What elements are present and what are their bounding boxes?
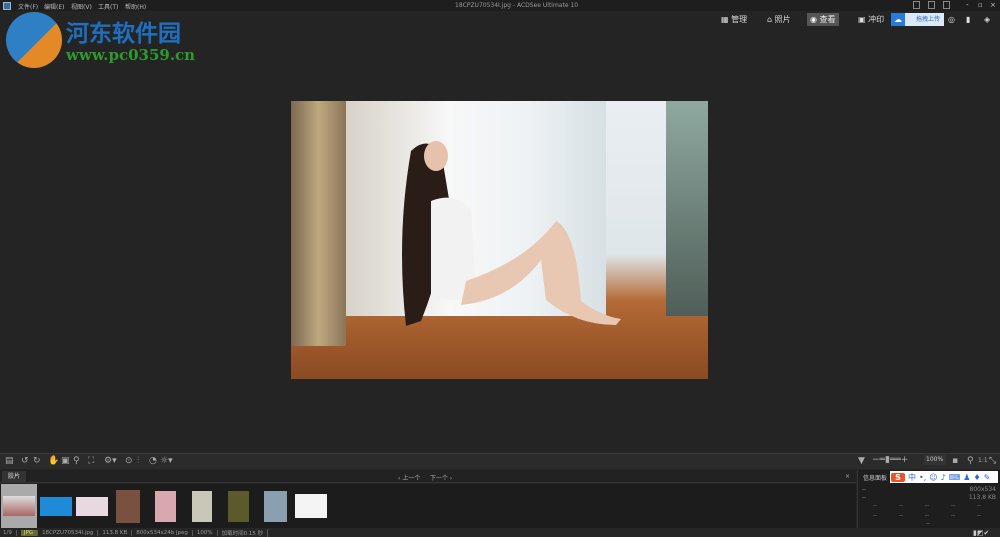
rotate-right-icon[interactable]: ↻ (33, 456, 41, 466)
layout-bottom-icon[interactable] (928, 1, 935, 9)
zoom-slider[interactable]: −═▮══+ (872, 455, 908, 465)
main-image[interactable] (291, 101, 708, 379)
select-tool-icon[interactable]: ▣ (61, 456, 70, 466)
menu-view[interactable]: 视图(V) (71, 2, 92, 11)
close-button[interactable]: × (990, 1, 996, 9)
actual-size[interactable]: 1:1 (978, 457, 988, 464)
status-icons[interactable]: ▮◩✔ (973, 529, 989, 537)
info-grid-row: -- -- -- -- -- (872, 512, 982, 519)
emoji-icon[interactable]: ☺ (929, 473, 937, 482)
fullscreen-icon[interactable]: ⛶ (88, 456, 94, 466)
filmstrip (0, 484, 856, 528)
status-index: 1/9 (3, 529, 17, 536)
thumbnail[interactable] (39, 484, 73, 528)
365-icon[interactable]: ◎ (945, 13, 958, 26)
watermark-url: www.pc0359.cn (66, 46, 196, 64)
minimize-button[interactable]: - (966, 1, 969, 9)
tab-filmstrip[interactable]: 胶片 (2, 471, 27, 483)
image-drape (291, 101, 346, 346)
slideshow-icon[interactable]: ⊙ (125, 456, 133, 466)
save-icon[interactable]: ▤ (5, 456, 14, 466)
mode-manage[interactable]: ▦ 管理 (718, 13, 750, 26)
hand-tool-icon[interactable]: ✋ (48, 456, 59, 466)
app-icon[interactable] (3, 2, 11, 10)
status-zoom: 100% (197, 529, 218, 536)
info-panel-title: 信息面板 (863, 475, 888, 482)
image-subject (402, 141, 621, 326)
status-size: 113.8 KB (102, 529, 133, 536)
next-button[interactable]: 下一个 › (430, 473, 452, 482)
adjust-icon[interactable]: ⫶ (137, 456, 139, 466)
tools-icon[interactable]: ✎ (984, 473, 991, 482)
cloud-icon: ☁ (891, 13, 905, 26)
punct-icon[interactable]: •, (919, 473, 926, 482)
zoom-fit-icon[interactable]: ⚲ (967, 456, 974, 466)
thumbnail[interactable] (153, 484, 177, 528)
watermark-text: 河东软件园 (66, 20, 181, 47)
menu-edit[interactable]: 编辑(E) (44, 2, 64, 11)
info-row: -- 800x534 (862, 486, 996, 493)
menu-help[interactable]: 帮助(H) (125, 2, 146, 11)
mode-view[interactable]: ◉ 查看 (807, 13, 839, 26)
zoom-menu-icon[interactable]: ▪ (952, 456, 958, 466)
window-title: 18CPZU70534I.jpg - ACDSee Ultimate 10 (455, 2, 579, 9)
keyboard-icon[interactable]: ⌨ (949, 473, 961, 482)
develop-icon: ▣ (858, 15, 869, 24)
ime-toolbar[interactable]: S 中 •, ☺ ♪ ⌨ ♟ ♦ ✎ (890, 471, 998, 483)
expand-icon[interactable]: ⤡ (989, 456, 996, 466)
menu-tools[interactable]: 工具(T) (98, 2, 118, 11)
status-bar: 1/9 JPG 18CPZU70534I.jpg 113.8 KB 800x53… (0, 528, 1000, 537)
info-footer: -- (925, 520, 931, 527)
watermark-logo (6, 12, 62, 68)
thumbnail[interactable] (115, 484, 141, 528)
color-icon[interactable]: ◔ (149, 456, 157, 466)
effects-icon[interactable]: ☼▾ (160, 456, 173, 466)
info-grid-row: -- -- -- -- -- (872, 502, 982, 509)
image-window (666, 101, 708, 316)
status-dims: 800x534x24b jpeg (136, 529, 193, 536)
dashboard-icon[interactable]: ▮ (963, 13, 973, 26)
restore-button[interactable]: ▫ (978, 1, 983, 9)
mic-icon[interactable]: ♪ (941, 473, 946, 482)
photos-icon: ⌂ (767, 15, 775, 24)
layout-left-icon[interactable] (913, 1, 920, 9)
thumbnail[interactable] (75, 484, 109, 528)
mode-photos[interactable]: ⌂ 照片 (764, 13, 794, 26)
chinese-mode-icon[interactable]: 中 (908, 472, 916, 483)
thumbnail[interactable] (262, 484, 288, 528)
grid-icon: ▦ (721, 15, 732, 24)
status-load-time: 加载时间0.15 秒 (222, 528, 269, 537)
dropdown-icon[interactable]: ▼ (858, 456, 865, 466)
thumbnail[interactable] (294, 484, 328, 528)
zoom-tool-icon[interactable]: ⚲ (73, 456, 80, 466)
thumbnail[interactable] (190, 484, 214, 528)
skin-icon[interactable]: ♦ (973, 473, 980, 482)
prev-button[interactable]: ‹ 上一个 (398, 473, 420, 482)
eye-settings-icon[interactable]: ◈ (981, 13, 993, 26)
menu-file[interactable]: 文件(F) (18, 2, 38, 11)
mode-develop[interactable]: ▣ 冲印 (855, 13, 887, 26)
thumbnail[interactable] (226, 484, 250, 528)
status-filename: 18CPZU70534I.jpg (42, 529, 99, 536)
zoom-value[interactable]: 100% (924, 455, 946, 465)
thumbnail[interactable] (1, 484, 37, 528)
filmstrip-header (0, 470, 856, 483)
user-icon[interactable]: ♟ (963, 473, 970, 482)
sogou-icon: S (891, 472, 905, 482)
info-row: -- 113.8 KB (862, 494, 996, 501)
status-type: JPG (20, 529, 39, 536)
settings-icon[interactable]: ⚙▾ (104, 456, 117, 466)
layout-right-icon[interactable] (943, 1, 950, 9)
filmstrip-close-button[interactable]: × (845, 473, 850, 480)
rotate-left-icon[interactable]: ↺ (21, 456, 29, 466)
eye-icon: ◉ (810, 15, 820, 24)
